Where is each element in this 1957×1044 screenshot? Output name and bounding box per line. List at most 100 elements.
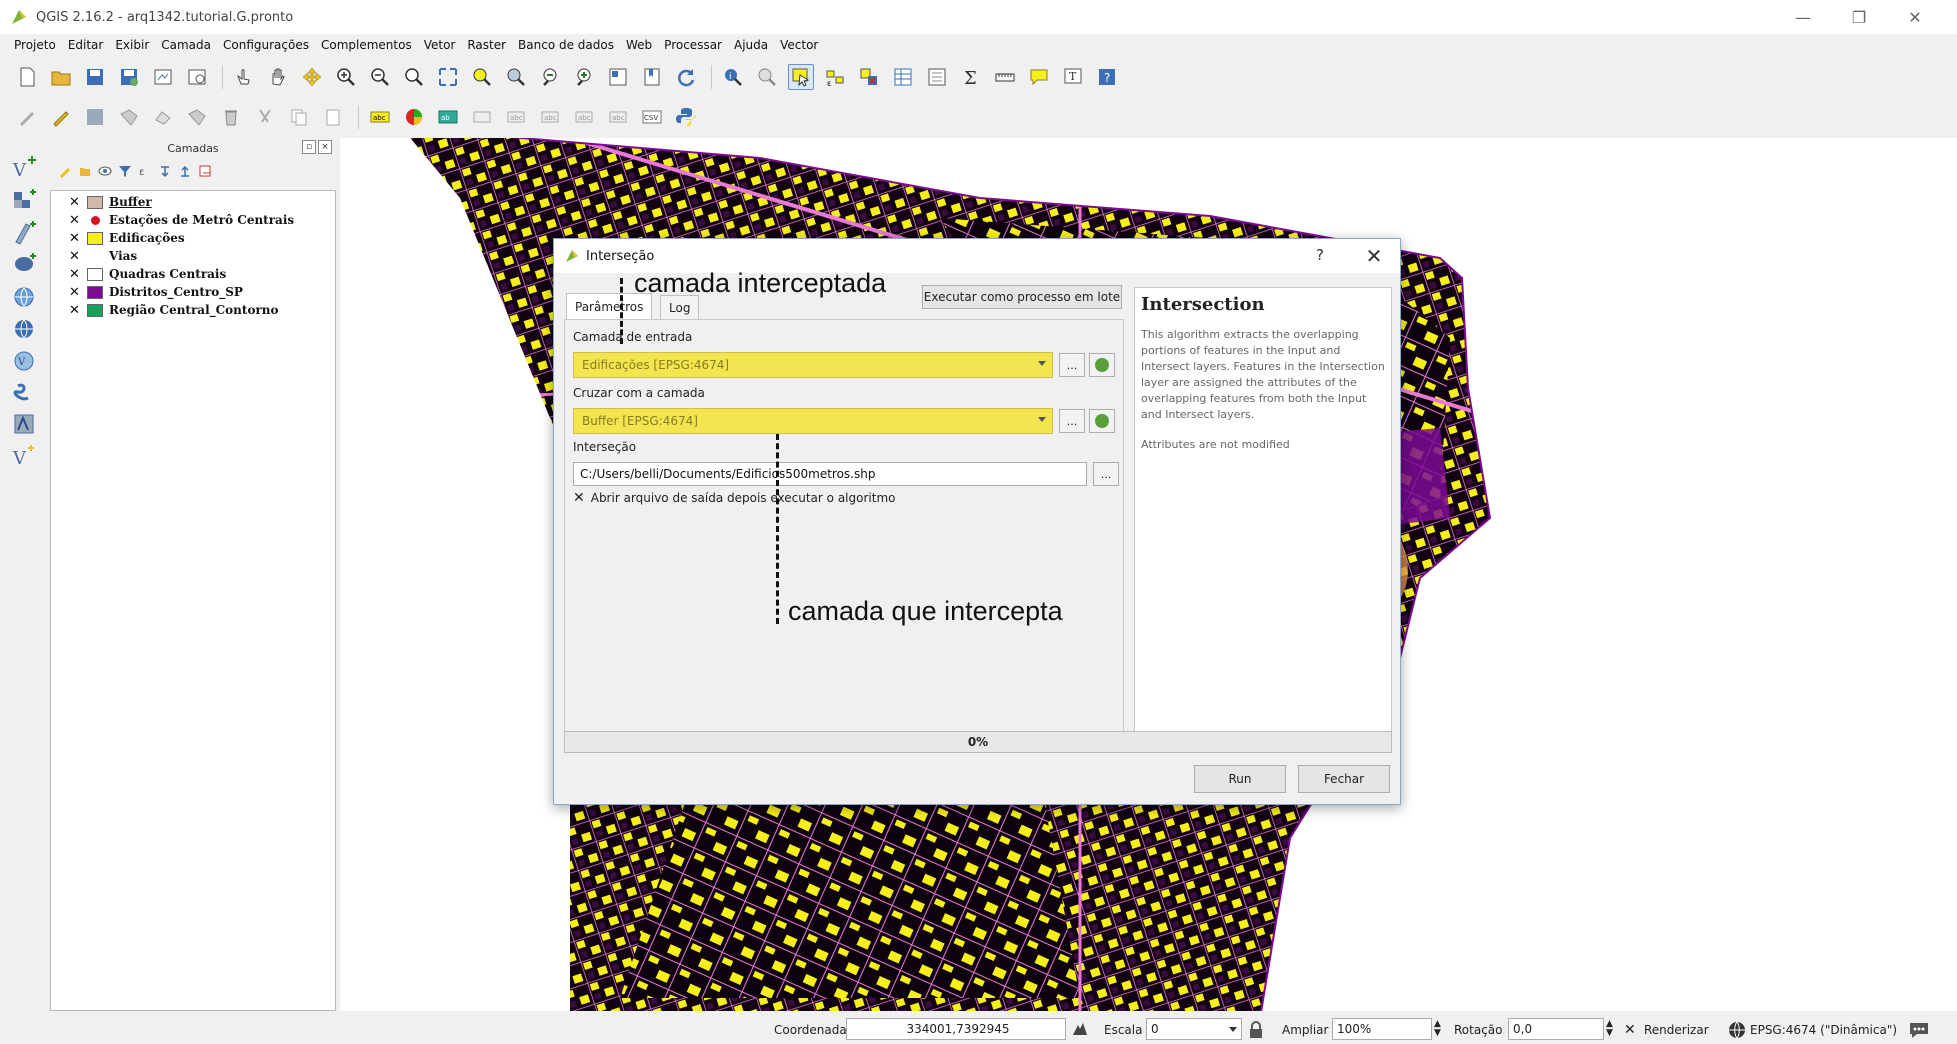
touch-zoom-icon[interactable] xyxy=(231,64,257,90)
zoom-in-icon[interactable] xyxy=(333,64,359,90)
menu-web[interactable]: Web xyxy=(626,38,652,52)
identify-features-icon[interactable]: i xyxy=(720,64,746,90)
run-action-icon[interactable] xyxy=(754,64,780,90)
zoom-full-icon[interactable] xyxy=(435,64,461,90)
highlight-pinned-labels-icon[interactable]: ab xyxy=(435,104,461,130)
lock-scale-icon[interactable] xyxy=(1248,1020,1264,1040)
refresh-icon[interactable] xyxy=(673,64,699,90)
zoom-next-icon[interactable] xyxy=(571,64,597,90)
copy-features-icon[interactable] xyxy=(286,104,312,130)
new-print-composer-icon[interactable] xyxy=(150,64,176,90)
filter-by-expression-icon[interactable]: ε xyxy=(138,164,152,178)
menu-processar[interactable]: Processar xyxy=(664,38,722,52)
menu-editar[interactable]: Editar xyxy=(68,38,104,52)
overlay-layer-select[interactable]: Buffer [EPSG:4674] xyxy=(573,408,1053,434)
layer-item-buffer[interactable]: ✕ Buffer xyxy=(69,193,152,211)
rotation-spinner[interactable]: ▲ ▼ xyxy=(1606,1020,1613,1040)
layer-visibility-checkbox[interactable]: ✕ xyxy=(69,303,83,318)
save-as-icon[interactable] xyxy=(116,64,142,90)
batch-process-button[interactable]: Executar como processo em lote xyxy=(922,285,1122,309)
add-spatialite-layer-icon[interactable] xyxy=(12,380,38,406)
menu-projeto[interactable]: Projeto xyxy=(14,38,56,52)
input-layer-select[interactable]: Edificações [EPSG:4674] xyxy=(573,352,1053,378)
add-delimited-text-icon[interactable] xyxy=(12,220,38,246)
run-button[interactable]: Run xyxy=(1194,765,1286,793)
manage-visibility-icon[interactable] xyxy=(98,164,112,178)
label-toolbar-icon[interactable]: abc xyxy=(367,104,393,130)
show-hide-labels-icon[interactable]: abc xyxy=(503,104,529,130)
open-output-checkbox[interactable]: ✕ Abrir arquivo de saída depois executar… xyxy=(573,490,895,506)
toggle-coordinate-icon[interactable] xyxy=(1070,1020,1090,1040)
cut-features-icon[interactable] xyxy=(252,104,278,130)
attribute-table-icon[interactable] xyxy=(890,64,916,90)
pan-to-selection-icon[interactable] xyxy=(299,64,325,90)
new-project-icon[interactable] xyxy=(14,64,40,90)
float-panel-icon[interactable]: ▫ xyxy=(302,140,316,154)
pan-map-icon[interactable] xyxy=(265,64,291,90)
node-tool-icon[interactable] xyxy=(184,104,210,130)
layer-item-edificacoes[interactable]: ✕ Edificações xyxy=(69,229,185,247)
coordinate-field[interactable]: 334001,7392945 xyxy=(846,1018,1066,1040)
layer-styling-icon[interactable] xyxy=(58,164,72,178)
add-postgis-layer-icon[interactable] xyxy=(12,252,38,278)
field-calculator-icon[interactable] xyxy=(924,64,950,90)
input-layer-browse-button[interactable]: ... xyxy=(1059,353,1085,377)
zoom-last-icon[interactable] xyxy=(537,64,563,90)
output-path-field[interactable]: C:/Users/belli/Documents/Edificios500met… xyxy=(573,462,1087,486)
overlay-layer-browse-button[interactable]: ... xyxy=(1059,409,1085,433)
open-project-icon[interactable] xyxy=(48,64,74,90)
zoom-out-icon[interactable] xyxy=(367,64,393,90)
close-panel-icon[interactable]: × xyxy=(318,140,332,154)
layer-visibility-checkbox[interactable]: ✕ xyxy=(69,249,83,264)
text-annotation-icon[interactable]: T xyxy=(1060,64,1086,90)
zoom-field[interactable]: 100% xyxy=(1332,1018,1432,1040)
csv-import-icon[interactable]: CSV xyxy=(639,104,665,130)
menu-complementos[interactable]: Complementos xyxy=(321,38,412,52)
zoom-spinner[interactable]: ▲ ▼ xyxy=(1434,1020,1441,1040)
help-contents-icon[interactable]: ? xyxy=(1094,64,1120,90)
layer-visibility-checkbox[interactable]: ✕ xyxy=(69,267,83,282)
rotate-label-icon[interactable]: abc xyxy=(571,104,597,130)
select-features-icon[interactable] xyxy=(788,64,814,90)
move-label-icon[interactable]: abc xyxy=(537,104,563,130)
measure-icon[interactable] xyxy=(992,64,1018,90)
add-raster-layer-icon[interactable] xyxy=(12,188,38,214)
add-vector-layer-icon[interactable]: V xyxy=(12,156,38,182)
composer-manager-icon[interactable] xyxy=(184,64,210,90)
dialog-close-button[interactable]: ✕ xyxy=(1362,244,1386,268)
close-dialog-button[interactable]: Fechar xyxy=(1298,765,1390,793)
expand-all-icon[interactable] xyxy=(158,164,172,178)
menu-camada[interactable]: Camada xyxy=(161,38,211,52)
diagram-options-icon[interactable] xyxy=(401,104,427,130)
rotation-field[interactable]: 0,0 xyxy=(1508,1018,1604,1040)
add-group-icon[interactable] xyxy=(78,164,92,178)
save-project-icon[interactable] xyxy=(82,64,108,90)
maximize-button[interactable]: ❐ xyxy=(1836,0,1882,34)
new-map-view-icon[interactable] xyxy=(605,64,631,90)
add-wcs-layer-icon[interactable] xyxy=(12,316,38,342)
zoom-to-layer-icon[interactable] xyxy=(503,64,529,90)
bookmark-icon[interactable] xyxy=(639,64,665,90)
dialog-help-button[interactable]: ? xyxy=(1310,246,1330,264)
add-wms-layer-icon[interactable] xyxy=(12,284,38,310)
close-window-button[interactable]: ✕ xyxy=(1892,0,1938,34)
collapse-all-icon[interactable] xyxy=(178,164,192,178)
toggle-editing-icon[interactable] xyxy=(48,104,74,130)
menu-ajuda[interactable]: Ajuda xyxy=(734,38,768,52)
menu-exibir[interactable]: Exibir xyxy=(115,38,149,52)
scale-field[interactable]: 0 xyxy=(1146,1018,1242,1040)
add-wfs-layer-icon[interactable]: V xyxy=(12,348,38,374)
python-console-icon[interactable] xyxy=(673,104,699,130)
pin-labels-icon[interactable] xyxy=(469,104,495,130)
new-shapefile-layer-icon[interactable]: V xyxy=(12,444,38,470)
menu-configuracoes[interactable]: Configurações xyxy=(223,38,309,52)
crs-label[interactable]: EPSG:4674 ("Dinâmica") xyxy=(1750,1020,1897,1040)
layer-item-distritos[interactable]: ✕ Distritos_Centro_SP xyxy=(69,283,243,301)
zoom-native-icon[interactable] xyxy=(401,64,427,90)
menu-raster[interactable]: Raster xyxy=(467,38,506,52)
output-browse-button[interactable]: ... xyxy=(1093,462,1119,486)
statistical-summary-icon[interactable]: Σ xyxy=(958,64,984,90)
render-checkbox[interactable]: ✕ xyxy=(1624,1020,1636,1040)
layer-item-vias[interactable]: ✕ Vias xyxy=(69,247,137,265)
zoom-to-selection-icon[interactable] xyxy=(469,64,495,90)
